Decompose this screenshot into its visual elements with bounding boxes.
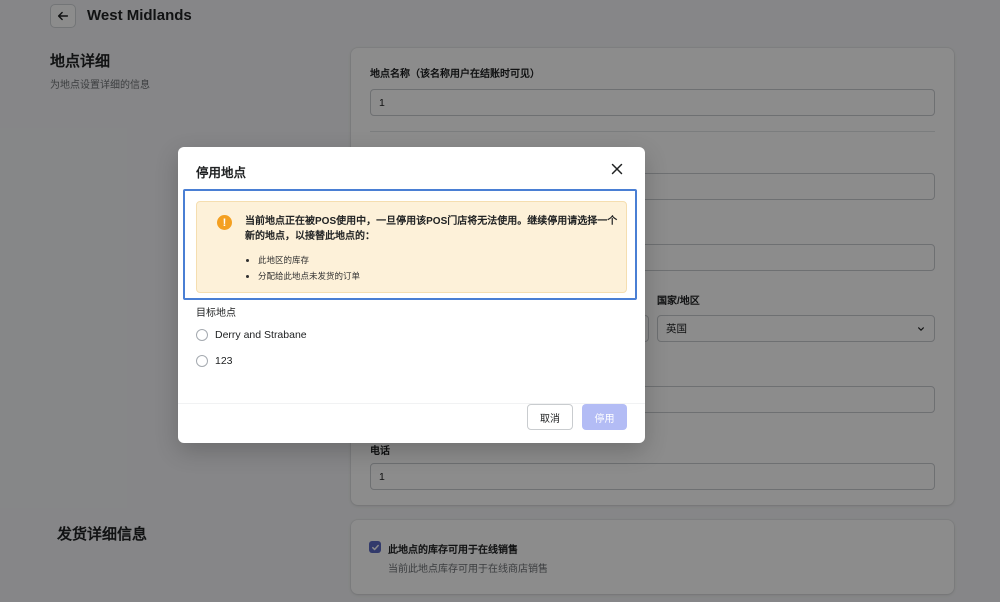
- close-icon: [611, 163, 623, 175]
- radio-label: 123: [215, 355, 233, 367]
- modal-title: 停用地点: [196, 166, 247, 180]
- radio-option-derry-and-strabane[interactable]: Derry and Strabane: [196, 329, 307, 341]
- close-button[interactable]: [610, 162, 624, 176]
- radio-option-123[interactable]: 123: [196, 355, 233, 367]
- deactivate-button[interactable]: 停用: [582, 404, 627, 430]
- target-location-label: 目标地点: [196, 308, 236, 319]
- radio-label: Derry and Strabane: [215, 329, 307, 341]
- radio-button[interactable]: [196, 329, 208, 341]
- modal-footer-divider: [178, 403, 645, 404]
- deactivate-location-modal: 停用地点 ! 当前地点正在被POS使用中，一旦停用该POS门店将无法使用。继续停…: [178, 147, 645, 443]
- cancel-button[interactable]: 取消: [527, 404, 573, 430]
- highlight-box: [183, 189, 637, 300]
- radio-button[interactable]: [196, 355, 208, 367]
